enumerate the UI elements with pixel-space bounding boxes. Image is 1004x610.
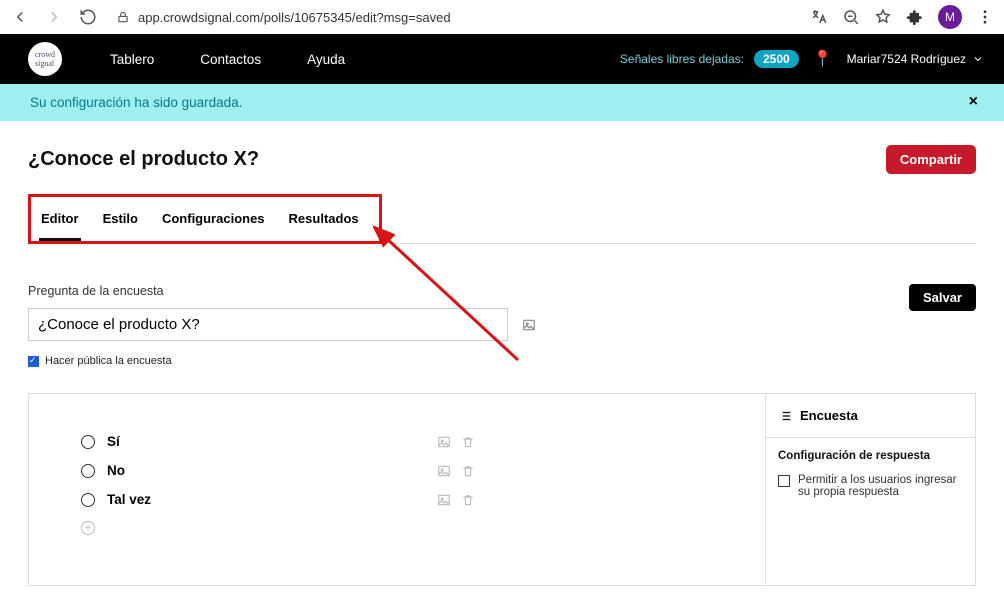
answer-row[interactable]: Sí (81, 434, 765, 449)
tab-estilo[interactable]: Estilo (101, 203, 140, 241)
browser-profile-avatar[interactable]: M (938, 5, 962, 29)
public-checkbox[interactable] (28, 356, 39, 367)
answers-list: Sí No Tal vez (29, 394, 765, 585)
image-icon[interactable] (522, 318, 536, 332)
sidebar-subhead: Configuración de respuesta (766, 438, 975, 474)
poll-panel: Sí No Tal vez (28, 393, 976, 586)
share-button[interactable]: Compartir (886, 145, 976, 174)
trash-icon[interactable] (461, 493, 475, 507)
extensions-icon[interactable] (906, 8, 924, 26)
app-nav: Tablero Contactos Ayuda (110, 52, 345, 67)
allow-own-answer-label: Permitir a los usuarios ingresar su prop… (798, 474, 963, 498)
bookmark-star-icon[interactable] (874, 8, 892, 26)
answer-row[interactable]: Tal vez (81, 492, 765, 507)
answer-text: Sí (107, 434, 120, 449)
lock-icon (116, 10, 130, 24)
tab-resultados[interactable]: Resultados (287, 203, 361, 241)
public-label: Hacer pública la encuesta (45, 355, 172, 367)
nav-contactos[interactable]: Contactos (200, 52, 261, 67)
radio-icon (81, 493, 95, 507)
question-input[interactable] (28, 308, 508, 341)
image-icon[interactable] (437, 493, 451, 507)
image-icon[interactable] (437, 464, 451, 478)
browser-right-icons: M (810, 5, 998, 29)
trash-icon[interactable] (461, 435, 475, 449)
answer-text: No (107, 463, 125, 478)
tab-editor[interactable]: Editor (39, 203, 81, 241)
allow-own-answer-checkbox[interactable] (778, 475, 790, 487)
question-field-label: Pregunta de la encuesta (28, 284, 909, 298)
translate-icon[interactable] (810, 8, 828, 26)
answer-text: Tal vez (107, 492, 151, 507)
browser-url-bar[interactable]: app.crowdsignal.com/polls/10675345/edit?… (108, 10, 804, 25)
browser-menu-icon[interactable] (976, 8, 994, 26)
add-answer-button[interactable]: + (81, 521, 95, 535)
tab-configuraciones[interactable]: Configuraciones (160, 203, 267, 241)
tabs-region: Editor Estilo Configuraciones Resultados (28, 194, 976, 244)
image-icon[interactable] (437, 435, 451, 449)
radio-icon (81, 435, 95, 449)
sidebar-head-text: Encuesta (800, 408, 858, 423)
radio-icon (81, 464, 95, 478)
browser-url-text: app.crowdsignal.com/polls/10675345/edit?… (138, 10, 451, 25)
nav-tablero[interactable]: Tablero (110, 52, 154, 67)
zoom-out-icon[interactable] (842, 8, 860, 26)
user-name: Mariar7524 Rodríguez (847, 52, 966, 66)
poll-sidebar: Encuesta Configuración de respuesta Perm… (765, 394, 975, 585)
nav-ayuda[interactable]: Ayuda (307, 52, 345, 67)
save-button[interactable]: Salvar (909, 284, 976, 311)
save-banner: Su configuración ha sido guardada. × (0, 84, 1004, 121)
pin-icon[interactable]: 📍 (809, 49, 837, 69)
tabs-annotation-box: Editor Estilo Configuraciones Resultados (28, 194, 382, 244)
user-menu[interactable]: Mariar7524 Rodríguez (847, 52, 984, 66)
browser-toolbar: app.crowdsignal.com/polls/10675345/edit?… (0, 0, 1004, 34)
page-title: ¿Conoce el producto X? (28, 148, 259, 171)
close-banner-button[interactable]: × (969, 93, 978, 111)
browser-reload-button[interactable] (74, 3, 102, 31)
app-header: crowdsignal Tablero Contactos Ayuda Seña… (0, 34, 1004, 84)
browser-back-button[interactable] (6, 3, 34, 31)
answer-row[interactable]: No (81, 463, 765, 478)
signals-count[interactable]: 2500 (754, 50, 799, 68)
signals-label: Señales libres dejadas: (620, 52, 744, 66)
list-icon (778, 409, 792, 423)
app-logo[interactable]: crowdsignal (28, 42, 62, 76)
page-content: ¿Conoce el producto X? Compartir Editor … (0, 121, 1004, 586)
trash-icon[interactable] (461, 464, 475, 478)
browser-forward-button[interactable] (40, 3, 68, 31)
chevron-down-icon (972, 53, 984, 65)
banner-msg: Su configuración ha sido guardada. (30, 95, 242, 110)
